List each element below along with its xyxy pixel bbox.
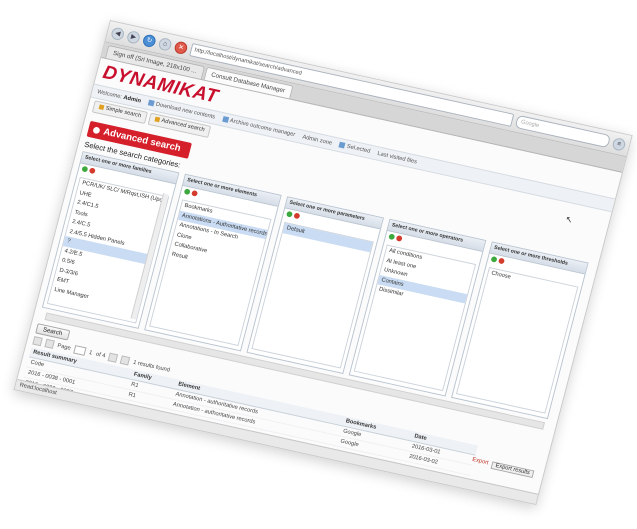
add-icon[interactable] [388, 233, 396, 241]
stop-icon[interactable]: ✕ [173, 40, 189, 55]
remove-icon[interactable] [191, 189, 199, 197]
menu-icon[interactable]: ≡ [611, 136, 627, 152]
page-total: of 4 [95, 351, 107, 359]
add-icon[interactable] [490, 255, 498, 263]
first-page-icon[interactable] [32, 336, 43, 347]
screenshot-stage: ◀ ▶ ↻ ⌂ ✕ http://localhost/dynamikat/sea… [0, 0, 637, 529]
add-icon[interactable] [183, 188, 191, 196]
home-icon[interactable]: ⌂ [157, 36, 173, 52]
welcome-label: Welcome [96, 88, 122, 100]
reload-icon[interactable]: ↻ [141, 33, 158, 48]
user-name: Admin [122, 94, 142, 104]
export-area: Export Export results [471, 457, 535, 478]
page-number: 1 [88, 349, 93, 356]
browser-window: ◀ ▶ ↻ ⌂ ✕ http://localhost/dynamikat/sea… [13, 20, 633, 506]
remove-icon[interactable] [395, 235, 403, 242]
export-label[interactable]: Export [471, 457, 490, 468]
add-icon[interactable] [81, 165, 89, 173]
page-input[interactable] [73, 345, 87, 356]
prev-page-icon[interactable] [44, 338, 55, 349]
category-list[interactable]: Choose [455, 267, 579, 414]
add-icon [92, 126, 101, 135]
remove-icon[interactable] [88, 167, 96, 175]
forward-icon[interactable]: ▶ [126, 29, 142, 45]
export-button[interactable]: Export results [490, 461, 535, 478]
last-page-icon[interactable] [120, 355, 131, 366]
mouse-cursor-icon: ↖ [564, 214, 574, 225]
add-icon[interactable] [285, 210, 293, 218]
page-label: Page [56, 342, 72, 352]
remove-icon[interactable] [293, 212, 301, 220]
remove-icon[interactable] [497, 257, 506, 265]
back-icon[interactable]: ◀ [110, 26, 126, 41]
next-page-icon[interactable] [107, 352, 119, 363]
